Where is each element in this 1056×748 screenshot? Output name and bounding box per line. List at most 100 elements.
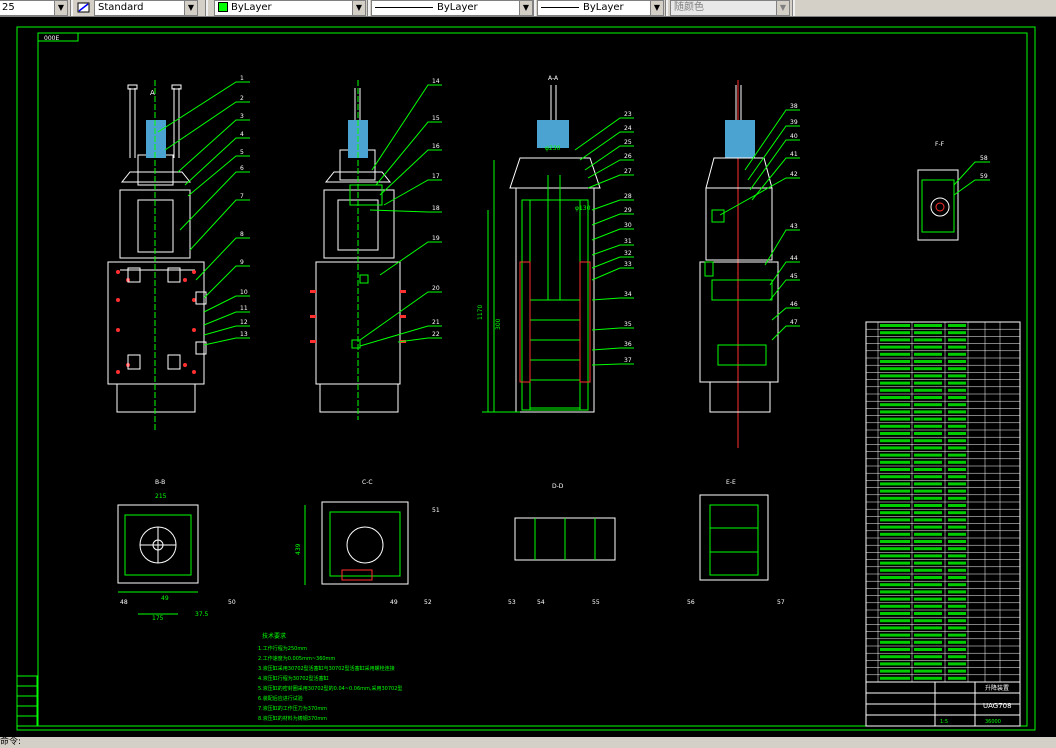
table-cell-text (880, 676, 910, 680)
note-line: 3.液压缸采用30702型活塞缸与30702型活塞缸采用螺栓连接 (258, 665, 395, 672)
table-cell-text (880, 475, 910, 479)
technical-notes: 技术要求 1.工作行程为250mm 2.工作速度为0.005mm~360mm 3… (258, 632, 402, 722)
svg-text:14: 14 (432, 78, 440, 85)
table-cell-text (948, 338, 966, 342)
table-cell-text (880, 417, 910, 421)
table-cell-text (948, 662, 966, 666)
svg-text:27: 27 (624, 168, 632, 175)
table-cell-text (880, 489, 910, 493)
motor-block (146, 120, 166, 158)
svg-text:55: 55 (592, 599, 600, 606)
table-cell-text (948, 374, 966, 378)
table-cell-text (880, 640, 910, 644)
plotstyle-combo[interactable]: 随颜色 ▼ (670, 0, 790, 16)
svg-text:53: 53 (508, 599, 516, 606)
table-cell-text (914, 331, 942, 335)
table-cell-text (914, 590, 942, 594)
table-cell-text (948, 525, 966, 529)
chevron-down-icon[interactable]: ▼ (650, 1, 663, 15)
svg-text:49: 49 (390, 599, 398, 606)
svg-text:41: 41 (790, 151, 798, 158)
textstyle-combo[interactable]: Standard ▼ (94, 0, 198, 16)
table-cell-text (914, 604, 942, 608)
table-cell-text (880, 633, 910, 637)
svg-text:37: 37 (624, 357, 632, 364)
chevron-down-icon[interactable]: ▼ (184, 1, 197, 15)
table-cell-text (948, 561, 966, 565)
linetype-combo[interactable]: ByLayer ▼ (371, 0, 533, 16)
toolbar-separator (70, 0, 73, 16)
table-cell-text (880, 403, 910, 407)
table-cell-text (914, 453, 942, 457)
svg-text:16: 16 (432, 143, 440, 150)
table-cell-text (948, 460, 966, 464)
table-cell-text (914, 669, 942, 673)
table-cell-text (948, 482, 966, 486)
drawing-canvas[interactable]: 000E A A-A 1170 300 φ230 φ130 F-F B-B 21… (0, 17, 1056, 736)
svg-text:58: 58 (980, 155, 988, 162)
table-cell-text (880, 604, 910, 608)
table-cell-text (948, 669, 966, 673)
lineweight-combo[interactable]: ByLayer ▼ (537, 0, 664, 16)
svg-text:36: 36 (624, 341, 632, 348)
toolbar-separator (367, 0, 370, 16)
dimstyle-combo[interactable]: 25 ▼ (0, 0, 68, 16)
chevron-down-icon[interactable]: ▼ (519, 1, 532, 15)
svg-text:19: 19 (432, 235, 440, 242)
table-cell-text (880, 331, 910, 335)
table-cell-text (948, 583, 966, 587)
title-block: 升降装置 UAG708 1:5 36000 (865, 681, 1021, 727)
svg-text:51: 51 (432, 507, 440, 514)
table-cell-text (914, 532, 942, 536)
sheet-number: 36000 (985, 719, 1001, 725)
svg-text:23: 23 (624, 111, 632, 118)
table-cell-text (948, 590, 966, 594)
drawing-code: UAG708 (983, 702, 1012, 710)
table-cell-text (914, 374, 942, 378)
textstyle-icon[interactable] (76, 0, 92, 14)
left-margin-blocks (16, 675, 38, 727)
lineweight-value: ByLayer (583, 2, 624, 13)
svg-text:47: 47 (790, 319, 798, 326)
table-cell-text (948, 626, 966, 630)
dim-phi130: φ130 (575, 205, 591, 212)
chevron-down-icon[interactable]: ▼ (776, 1, 789, 15)
layer-value: ByLayer (231, 2, 272, 13)
section-dd-view: D-D (514, 483, 616, 561)
table-cell-text (948, 532, 966, 536)
table-cell-text (880, 374, 910, 378)
layer-combo[interactable]: ByLayer ▼ (214, 0, 366, 16)
svg-text:21: 21 (432, 319, 440, 326)
table-cell-text (948, 367, 966, 371)
table-cell-text (880, 439, 910, 443)
svg-text:3: 3 (240, 113, 244, 120)
table-cell-text (914, 662, 942, 666)
scale: 1:5 (940, 719, 948, 725)
chevron-down-icon[interactable]: ▼ (352, 1, 365, 15)
layer-color-swatch (218, 2, 228, 12)
table-cell-text (880, 583, 910, 587)
toolbar-separator (533, 0, 536, 16)
section-ff-view: F-F (917, 141, 959, 241)
svg-text:46: 46 (790, 301, 798, 308)
svg-text:15: 15 (432, 115, 440, 122)
table-cell-text (948, 540, 966, 543)
table-cell-text (914, 561, 942, 565)
table-cell-text (948, 396, 966, 399)
table-cell-text (880, 655, 910, 659)
table-cell-text (914, 424, 942, 428)
table-cell-text (948, 554, 966, 558)
chevron-down-icon[interactable]: ▼ (54, 1, 67, 15)
parts-list-table (865, 321, 1021, 683)
table-cell-text (948, 360, 966, 363)
table-cell-text (914, 381, 942, 385)
table-cell-text (914, 446, 942, 450)
lineweight-sample (541, 6, 579, 8)
svg-text:7: 7 (240, 193, 244, 200)
svg-text:2: 2 (240, 95, 244, 102)
section-aa-view: A-A 1170 300 φ230 φ130 (477, 75, 601, 413)
table-cell-text (948, 468, 966, 471)
table-cell-text (880, 410, 910, 414)
command-line[interactable]: 命令: (0, 737, 1056, 748)
table-cell-text (914, 612, 942, 615)
